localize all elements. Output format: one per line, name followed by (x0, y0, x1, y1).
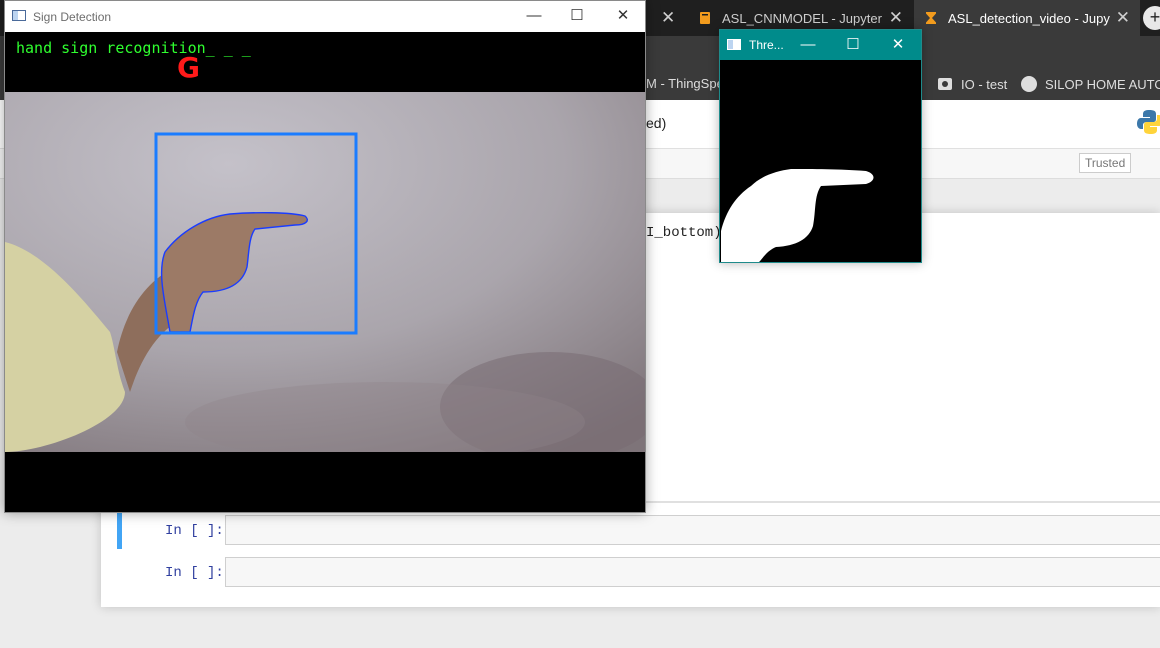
window-titlebar[interactable]: Thre... — ☐ ✕ (720, 30, 921, 60)
maximize-icon[interactable]: ☐ (842, 35, 864, 55)
notebook-icon (700, 12, 710, 24)
python-logo-icon (1137, 110, 1160, 134)
window-title: Thre... (749, 38, 784, 52)
tab-asl-detection-video[interactable]: ASL_detection_video - Jupyter ✕ (914, 0, 1140, 36)
sign-detection-window: Sign Detection — ☐ ✕ hand sign recogniti… (4, 0, 646, 513)
adafruit-icon (938, 78, 952, 90)
cell-input[interactable] (225, 557, 1160, 587)
minimize-icon[interactable]: — (523, 6, 545, 26)
minimize-icon[interactable]: — (797, 35, 819, 55)
trusted-badge[interactable]: Trusted (1079, 153, 1132, 173)
kernel-status: ed) (646, 115, 667, 131)
globe-icon (1021, 76, 1037, 92)
bookmark-silop-home[interactable]: SILOP HOME AUTO... (1021, 76, 1160, 92)
threshold-window: Thre... — ☐ ✕ (719, 29, 922, 263)
window-titlebar[interactable]: Sign Detection — ☐ ✕ (5, 1, 645, 32)
close-icon[interactable]: ✕ (887, 35, 909, 55)
bookmark-label: IO - test (961, 76, 1008, 92)
close-icon[interactable]: ✕ (612, 6, 634, 26)
camera-feed (5, 92, 645, 452)
threshold-mask-image (721, 61, 921, 262)
cell-selection-bar (117, 513, 122, 549)
new-tab-button[interactable]: + (1143, 6, 1160, 30)
cell-prompt: In [ ]: (165, 523, 224, 539)
overlay-text: hand sign recognition_ _ _ (16, 39, 251, 57)
tab-title: ASL_CNNMODEL - Jupyter Not (722, 10, 883, 26)
code-cell-selected[interactable]: In [ ]: (117, 513, 1160, 549)
maximize-icon[interactable]: ☐ (566, 6, 588, 26)
bookmark-label: SILOP HOME AUTO... (1045, 76, 1160, 92)
tab-title: ASL_detection_video - Jupyter (948, 10, 1110, 26)
code-cell[interactable]: In [ ]: (117, 555, 1160, 591)
code-fragment: I_bottom), (646, 225, 731, 241)
window-title: Sign Detection (33, 10, 112, 24)
tab-partial[interactable]: e ✕ (645, 0, 685, 36)
cell-input[interactable] (225, 515, 1160, 545)
hourglass-icon (926, 12, 936, 24)
bookmark-io-test[interactable]: IO - test (937, 76, 1007, 92)
tab-close-icon[interactable]: ✕ (1116, 8, 1130, 28)
window-app-icon (727, 39, 741, 50)
tab-close-icon[interactable]: ✕ (889, 8, 903, 28)
cell-prompt: In [ ]: (165, 565, 224, 581)
window-app-icon (12, 10, 26, 21)
tab-close-icon[interactable]: ✕ (661, 8, 675, 28)
predicted-letter: G (177, 51, 200, 84)
